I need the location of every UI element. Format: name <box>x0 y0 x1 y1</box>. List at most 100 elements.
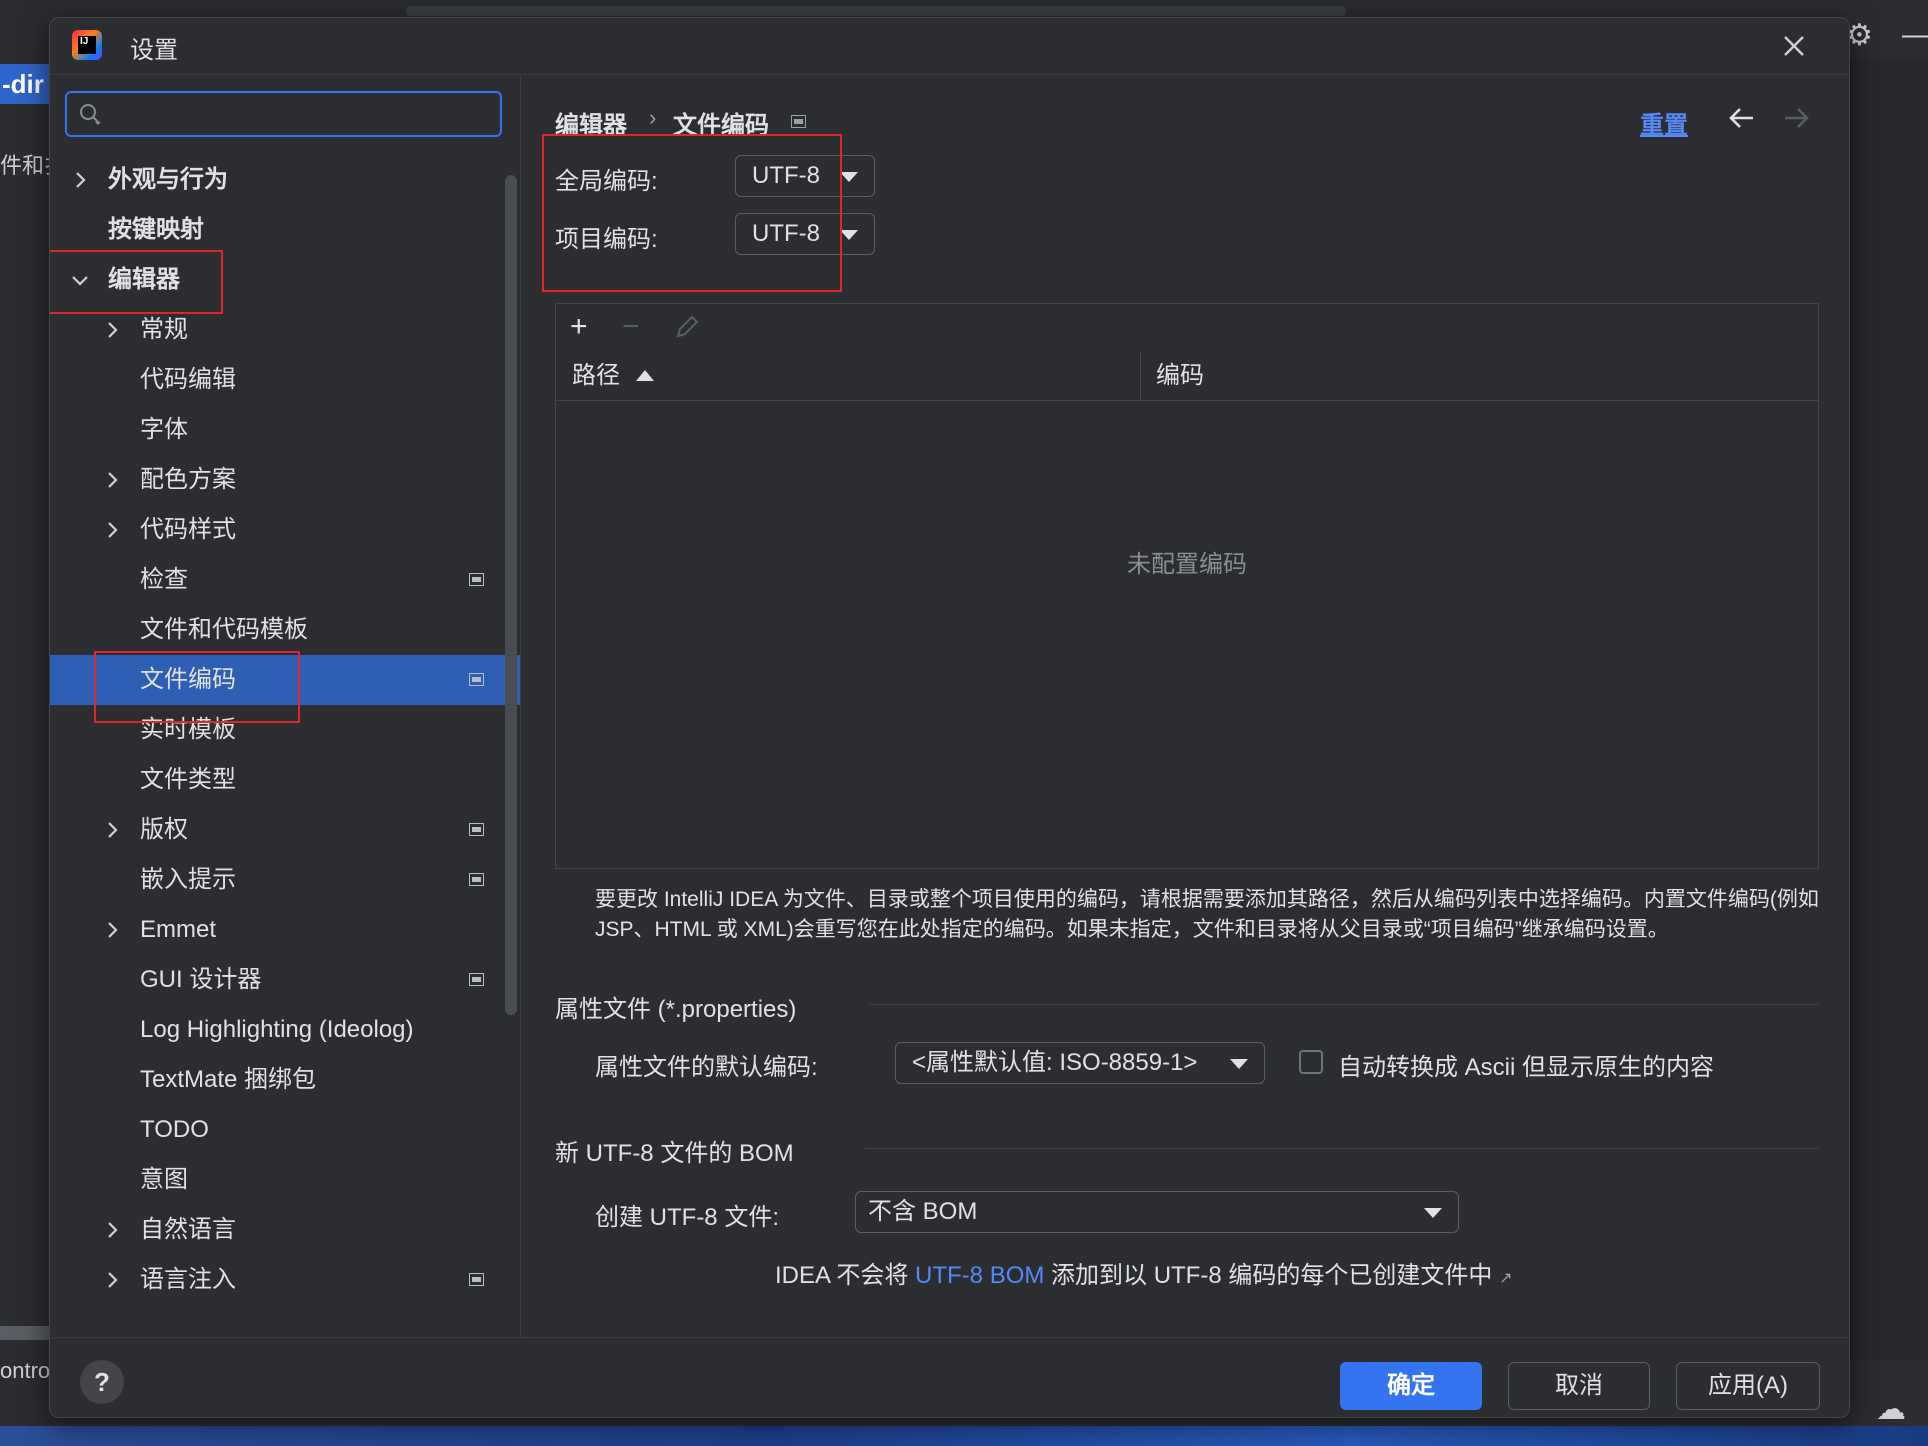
sidebar-item[interactable]: 实时模板 <box>50 705 520 755</box>
properties-default-label: 属性文件的默认编码: <box>595 1054 818 1081</box>
bom-create-value: 不含 BOM <box>868 1198 978 1225</box>
chevron-right-icon[interactable] <box>102 470 122 490</box>
reset-link[interactable]: 重置 <box>1640 105 1688 140</box>
sidebar-item[interactable]: GUI 设计器 <box>50 955 520 1005</box>
sidebar-item-label: 版权 <box>140 816 188 843</box>
sidebar-item-label: 编辑器 <box>108 266 180 293</box>
sidebar-item-label: 意图 <box>140 1166 188 1193</box>
help-button[interactable]: ? <box>80 1360 124 1404</box>
cancel-button[interactable]: 取消 <box>1508 1362 1650 1410</box>
sidebar-item-label: 外观与行为 <box>108 166 228 193</box>
sidebar-item-label: 语言注入 <box>140 1266 236 1293</box>
sidebar-item[interactable]: 嵌入提示 <box>50 855 520 905</box>
sidebar-item[interactable]: 代码编辑 <box>50 355 520 405</box>
ascii-conversion-label[interactable]: 自动转换成 Ascii 但显示原生的内容 <box>1338 1047 1714 1082</box>
sidebar-item[interactable]: 文件类型 <box>50 755 520 805</box>
minimize-icon[interactable]: — <box>1902 18 1928 52</box>
sidebar-item-label: 嵌入提示 <box>140 866 236 893</box>
project-scope-icon <box>469 673 484 686</box>
settings-sidebar: 外观与行为按键映射编辑器常规代码编辑字体配色方案代码样式检查文件和代码模板文件编… <box>50 75 521 1337</box>
section-divider <box>869 1004 1819 1005</box>
sidebar-scrollbar[interactable] <box>505 175 517 1015</box>
sidebar-item-label: 检查 <box>140 566 188 593</box>
sidebar-item[interactable]: 按键映射 <box>50 205 520 255</box>
properties-default-select[interactable]: <属性默认值: ISO-8859-1> <box>895 1042 1265 1084</box>
sidebar-item-label: 配色方案 <box>140 466 236 493</box>
forward-arrow-icon[interactable] <box>1781 105 1811 131</box>
app-icon-letters: IJ <box>78 36 96 54</box>
sidebar-item-label: TextMate 捆绑包 <box>140 1066 317 1093</box>
sidebar-item[interactable]: 外观与行为 <box>50 155 520 205</box>
sidebar-item[interactable]: 代码样式 <box>50 505 520 555</box>
sidebar-item-label: 文件编码 <box>140 666 236 693</box>
project-encoding-select[interactable]: UTF-8 <box>735 213 875 255</box>
sidebar-item[interactable]: TODO <box>50 1105 520 1155</box>
column-header-encoding[interactable]: 编码 <box>1156 352 1204 400</box>
sidebar-item[interactable]: 自然语言 <box>50 1205 520 1255</box>
table-toolbar: + − <box>556 304 1818 353</box>
sidebar-item-label: 按键映射 <box>108 216 204 243</box>
sidebar-item[interactable]: 语言注入 <box>50 1255 520 1305</box>
chevron-down-icon[interactable] <box>70 270 90 290</box>
sidebar-item[interactable]: 文件和代码模板 <box>50 605 520 655</box>
sidebar-item[interactable]: TextMate 捆绑包 <box>50 1055 520 1105</box>
back-arrow-icon[interactable] <box>1727 105 1757 131</box>
settings-content: 编辑器 › 文件编码 重置 全局编码: UTF-8 项目编码: UTF-8 + … <box>521 75 1849 1337</box>
chevron-right-icon[interactable] <box>102 1270 122 1290</box>
sidebar-item[interactable]: 字体 <box>50 405 520 455</box>
sidebar-item-label: 代码编辑 <box>140 366 236 393</box>
sidebar-item[interactable]: 配色方案 <box>50 455 520 505</box>
global-encoding-select[interactable]: UTF-8 <box>735 155 875 197</box>
breadcrumb-parent[interactable]: 编辑器 <box>555 105 627 140</box>
global-encoding-value: UTF-8 <box>752 162 820 189</box>
breadcrumb-separator: › <box>649 105 657 130</box>
sidebar-item[interactable]: 文件编码 <box>50 655 520 705</box>
ok-button[interactable]: 确定 <box>1340 1362 1482 1410</box>
sidebar-item[interactable]: 编辑器 <box>50 255 520 305</box>
column-header-path[interactable]: 路径 <box>572 352 620 400</box>
chevron-right-icon[interactable] <box>70 170 90 190</box>
sidebar-item[interactable]: 版权 <box>50 805 520 855</box>
chevron-down-icon <box>840 230 858 240</box>
path-encoding-table: + − 路径 编码 未配置编码 <box>555 303 1819 869</box>
properties-section-title: 属性文件 (*.properties) <box>555 996 797 1023</box>
status-icon[interactable]: ☁ <box>1876 1392 1906 1427</box>
project-encoding-value: UTF-8 <box>752 220 820 247</box>
column-divider[interactable] <box>1140 352 1141 400</box>
search-input[interactable] <box>65 91 502 137</box>
ascii-conversion-checkbox[interactable] <box>1299 1050 1323 1074</box>
apply-button[interactable]: 应用(A) <box>1676 1362 1820 1410</box>
background-project-tab[interactable]: -dir <box>0 64 52 104</box>
close-icon[interactable] <box>1776 28 1812 64</box>
bom-note: IDEA 不会将 UTF-8 BOM 添加到以 UTF-8 编码的每个已创建文件… <box>775 1255 1512 1290</box>
dialog-titlebar[interactable]: IJ 设置 <box>50 18 1849 75</box>
chevron-right-icon[interactable] <box>102 820 122 840</box>
sidebar-item[interactable]: 常规 <box>50 305 520 355</box>
edit-pencil-icon[interactable] <box>674 314 700 340</box>
background-scrollbar[interactable] <box>0 1326 50 1340</box>
sidebar-item[interactable]: 意图 <box>50 1155 520 1205</box>
bom-create-select[interactable]: 不含 BOM <box>855 1191 1459 1233</box>
project-scope-icon <box>469 1273 484 1286</box>
chevron-right-icon[interactable] <box>102 520 122 540</box>
remove-icon[interactable]: − <box>622 312 640 342</box>
chevron-right-icon[interactable] <box>102 1220 122 1240</box>
add-icon[interactable]: + <box>570 312 588 342</box>
sidebar-item-label: Log Highlighting (Ideolog) <box>140 1016 414 1043</box>
sidebar-item[interactable]: 检查 <box>50 555 520 605</box>
sidebar-item[interactable]: Log Highlighting (Ideolog) <box>50 1005 520 1055</box>
utf8-bom-link[interactable]: UTF-8 BOM <box>915 1262 1044 1289</box>
sidebar-item-label: GUI 设计器 <box>140 966 262 993</box>
sidebar-item-label: 常规 <box>140 316 188 343</box>
chevron-right-icon[interactable] <box>102 920 122 940</box>
bom-note-prefix: IDEA 不会将 <box>775 1262 916 1289</box>
project-scope-icon <box>469 873 484 886</box>
chevron-right-icon[interactable] <box>102 320 122 340</box>
properties-default-value: <属性默认值: ISO-8859-1> <box>912 1049 1198 1076</box>
sort-ascending-icon <box>636 370 654 381</box>
intellij-logo-icon: IJ <box>72 30 102 60</box>
external-link-icon[interactable]: ↗ <box>1499 1270 1512 1287</box>
chevron-down-icon <box>1424 1208 1442 1218</box>
gear-icon[interactable]: ⚙ <box>1846 18 1873 53</box>
sidebar-item[interactable]: Emmet <box>50 905 520 955</box>
